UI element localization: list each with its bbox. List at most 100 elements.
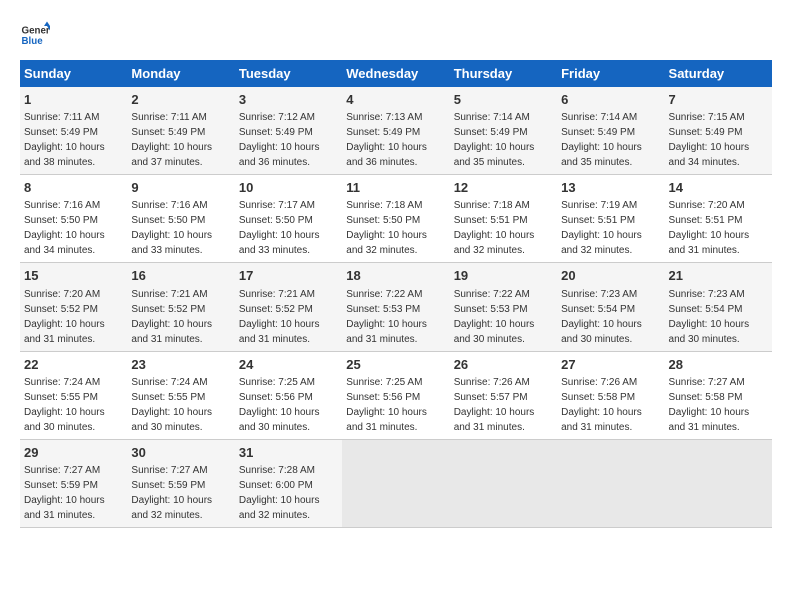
day-number: 24 [239,356,338,374]
day-daylight: Daylight: 10 hours and 30 minutes. [131,407,212,433]
day-sunrise: Sunrise: 7:14 AM [561,112,637,123]
day-number: 16 [131,267,230,285]
day-sunset: Sunset: 5:51 PM [669,215,743,226]
day-daylight: Daylight: 10 hours and 31 minutes. [239,319,320,345]
day-sunset: Sunset: 5:49 PM [346,127,420,138]
calendar-cell: 12Sunrise: 7:18 AMSunset: 5:51 PMDayligh… [450,175,557,263]
day-daylight: Daylight: 10 hours and 35 minutes. [561,142,642,168]
calendar-cell: 24Sunrise: 7:25 AMSunset: 5:56 PMDayligh… [235,351,342,439]
weekday-header-saturday: Saturday [665,60,772,87]
day-daylight: Daylight: 10 hours and 38 minutes. [24,142,105,168]
day-daylight: Daylight: 10 hours and 30 minutes. [24,407,105,433]
day-sunset: Sunset: 5:55 PM [24,392,98,403]
day-daylight: Daylight: 10 hours and 34 minutes. [24,230,105,256]
day-daylight: Daylight: 10 hours and 31 minutes. [24,319,105,345]
day-sunrise: Sunrise: 7:17 AM [239,200,315,211]
day-sunrise: Sunrise: 7:15 AM [669,112,745,123]
day-sunset: Sunset: 5:49 PM [131,127,205,138]
day-number: 18 [346,267,445,285]
day-sunset: Sunset: 5:50 PM [239,215,313,226]
calendar-cell: 22 Sunrise: 7:24 AM Sunset: 5:55 PM Dayligh… [20,351,127,439]
day-number: 17 [239,267,338,285]
day-daylight: Daylight: 10 hours and 31 minutes. [24,495,105,521]
calendar-cell: 4Sunrise: 7:13 AMSunset: 5:49 PMDaylight… [342,87,449,175]
day-number: 11 [346,179,445,197]
day-sunset: Sunset: 5:56 PM [346,392,420,403]
day-sunset: Sunset: 6:00 PM [239,480,313,491]
day-number: 23 [131,356,230,374]
calendar-body: 1 Sunrise: 7:11 AM Sunset: 5:49 PM Daylight… [20,87,772,527]
day-sunset: Sunset: 5:58 PM [669,392,743,403]
calendar-cell: 19Sunrise: 7:22 AMSunset: 5:53 PMDayligh… [450,263,557,351]
calendar-cell: 14Sunrise: 7:20 AMSunset: 5:51 PMDayligh… [665,175,772,263]
day-sunset: Sunset: 5:49 PM [561,127,635,138]
day-sunset: Sunset: 5:57 PM [454,392,528,403]
day-sunrise: Sunrise: 7:27 AM [131,465,207,476]
calendar-week-row: 8 Sunrise: 7:16 AM Sunset: 5:50 PM Daylight… [20,175,772,263]
day-daylight: Daylight: 10 hours and 31 minutes. [669,230,750,256]
day-sunrise: Sunrise: 7:27 AM [24,465,100,476]
day-sunset: Sunset: 5:50 PM [24,215,98,226]
calendar-week-row: 15Sunrise: 7:20 AMSunset: 5:52 PMDayligh… [20,263,772,351]
day-sunrise: Sunrise: 7:16 AM [24,200,100,211]
calendar-cell: 27Sunrise: 7:26 AMSunset: 5:58 PMDayligh… [557,351,664,439]
day-daylight: Daylight: 10 hours and 32 minutes. [346,230,427,256]
day-sunrise: Sunrise: 7:24 AM [24,377,100,388]
day-number: 1 [24,91,123,109]
calendar-cell: 26Sunrise: 7:26 AMSunset: 5:57 PMDayligh… [450,351,557,439]
day-sunrise: Sunrise: 7:11 AM [24,112,99,123]
day-sunrise: Sunrise: 7:25 AM [239,377,315,388]
calendar-cell: 20Sunrise: 7:23 AMSunset: 5:54 PMDayligh… [557,263,664,351]
day-daylight: Daylight: 10 hours and 31 minutes. [346,407,427,433]
calendar-cell [342,439,449,527]
calendar-cell [557,439,664,527]
weekday-header-monday: Monday [127,60,234,87]
calendar-table: SundayMondayTuesdayWednesdayThursdayFrid… [20,60,772,528]
page-header: General Blue [20,20,772,50]
weekday-header-thursday: Thursday [450,60,557,87]
day-sunrise: Sunrise: 7:23 AM [561,289,637,300]
day-sunrise: Sunrise: 7:24 AM [131,377,207,388]
day-daylight: Daylight: 10 hours and 31 minutes. [131,319,212,345]
day-daylight: Daylight: 10 hours and 31 minutes. [561,407,642,433]
calendar-cell: 16Sunrise: 7:21 AMSunset: 5:52 PMDayligh… [127,263,234,351]
calendar-week-row: 29Sunrise: 7:27 AMSunset: 5:59 PMDayligh… [20,439,772,527]
day-sunset: Sunset: 5:54 PM [669,304,743,315]
day-daylight: Daylight: 10 hours and 35 minutes. [454,142,535,168]
day-sunrise: Sunrise: 7:26 AM [561,377,637,388]
day-number: 30 [131,444,230,462]
weekday-header-wednesday: Wednesday [342,60,449,87]
day-number: 22 [24,356,123,374]
day-daylight: Daylight: 10 hours and 36 minutes. [239,142,320,168]
day-number: 5 [454,91,553,109]
day-sunrise: Sunrise: 7:18 AM [346,200,422,211]
day-daylight: Daylight: 10 hours and 37 minutes. [131,142,212,168]
day-number: 12 [454,179,553,197]
logo: General Blue [20,20,50,50]
day-sunrise: Sunrise: 7:12 AM [239,112,315,123]
calendar-cell: 7Sunrise: 7:15 AMSunset: 5:49 PMDaylight… [665,87,772,175]
day-sunset: Sunset: 5:52 PM [24,304,98,315]
day-daylight: Daylight: 10 hours and 33 minutes. [131,230,212,256]
day-sunset: Sunset: 5:52 PM [131,304,205,315]
svg-text:Blue: Blue [22,36,44,47]
calendar-cell: 31Sunrise: 7:28 AMSunset: 6:00 PMDayligh… [235,439,342,527]
day-daylight: Daylight: 10 hours and 32 minutes. [561,230,642,256]
calendar-cell [665,439,772,527]
day-sunset: Sunset: 5:59 PM [131,480,205,491]
weekday-header-tuesday: Tuesday [235,60,342,87]
day-sunset: Sunset: 5:51 PM [561,215,635,226]
day-daylight: Daylight: 10 hours and 32 minutes. [131,495,212,521]
calendar-cell: 10Sunrise: 7:17 AMSunset: 5:50 PMDayligh… [235,175,342,263]
calendar-cell [450,439,557,527]
day-number: 27 [561,356,660,374]
day-sunset: Sunset: 5:49 PM [454,127,528,138]
calendar-cell: 11Sunrise: 7:18 AMSunset: 5:50 PMDayligh… [342,175,449,263]
day-number: 14 [669,179,768,197]
day-number: 13 [561,179,660,197]
day-daylight: Daylight: 10 hours and 30 minutes. [454,319,535,345]
day-number: 8 [24,179,123,197]
day-sunset: Sunset: 5:53 PM [346,304,420,315]
day-number: 19 [454,267,553,285]
day-sunrise: Sunrise: 7:25 AM [346,377,422,388]
